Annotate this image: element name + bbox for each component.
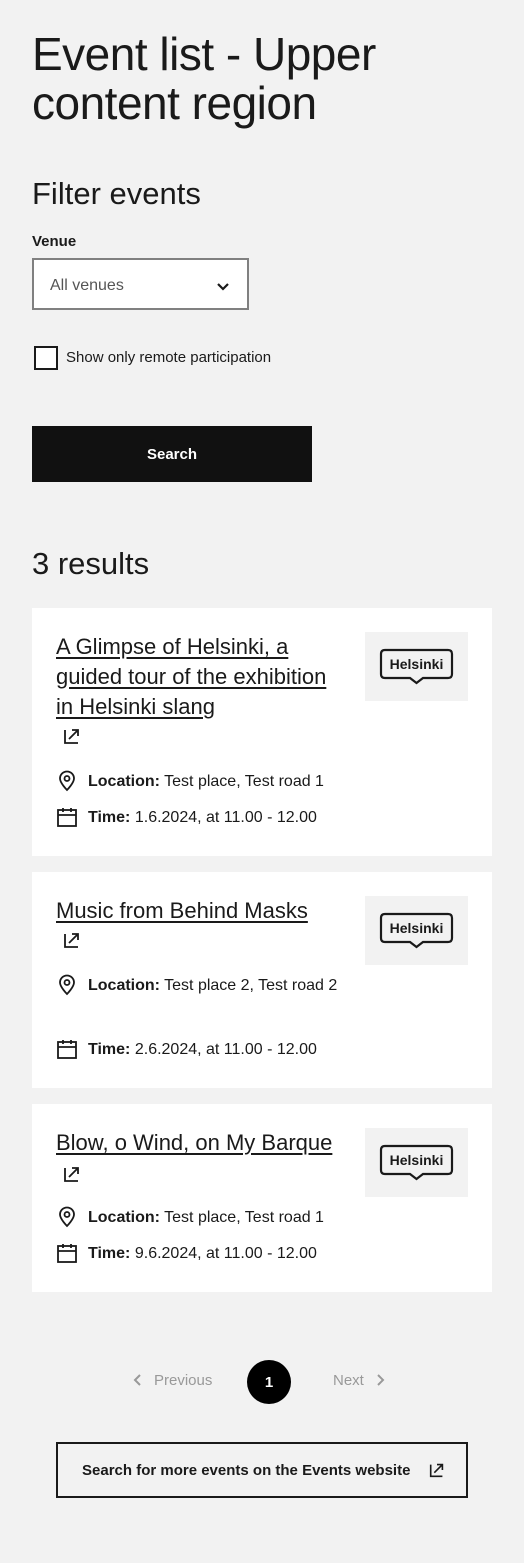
location-pin-icon: [59, 974, 75, 996]
event-card: Blow, o Wind, on My Barque Helsinki Loca…: [32, 1104, 492, 1292]
helsinki-logo: Helsinki: [365, 1128, 468, 1197]
time-value: 2.6.2024, at 11.00 - 12.00: [134, 1041, 317, 1058]
event-title: A Glimpse of Helsinki, a guided tour of …: [56, 632, 346, 746]
location-value: Test place, Test road 1: [164, 773, 324, 790]
external-link-icon: [429, 1463, 444, 1478]
event-location: Location: Test place, Test road 1: [56, 768, 346, 796]
location-label: Location:: [88, 1209, 160, 1226]
helsinki-logo-text: Helsinki: [390, 656, 444, 672]
pagination: Previous 1 Next: [0, 1360, 524, 1404]
time-label: Time:: [88, 809, 131, 826]
pagination-next[interactable]: Next: [333, 1372, 386, 1389]
page-title: Event list - Upper content region: [32, 28, 376, 129]
filter-heading: Filter events: [32, 176, 201, 211]
event-title: Music from Behind Masks: [56, 896, 346, 950]
location-pin-icon: [59, 1206, 75, 1228]
time-value: 1.6.2024, at 11.00 - 12.00: [134, 809, 317, 826]
time-value: 9.6.2024, at 11.00 - 12.00: [134, 1245, 317, 1262]
pagination-next-label: Next: [333, 1372, 364, 1389]
external-link-icon: [64, 1167, 79, 1183]
calendar-icon: [57, 808, 77, 827]
event-title-link[interactable]: Music from Behind Masks: [56, 898, 308, 923]
external-link-icon: [64, 729, 79, 744]
helsinki-logo-text: Helsinki: [390, 1152, 444, 1168]
search-button[interactable]: Search: [32, 426, 312, 482]
event-title: Blow, o Wind, on My Barque: [56, 1128, 346, 1188]
event-location: Location: Test place, Test road 1: [56, 1204, 346, 1232]
external-link-icon: [64, 933, 79, 948]
time-label: Time:: [88, 1245, 131, 1262]
chevron-left-icon: [133, 1374, 141, 1386]
location-value: Test place 2, Test road 2: [164, 977, 338, 994]
results-count: 3 results: [32, 546, 150, 581]
location-value: Test place, Test road 1: [164, 1209, 324, 1226]
helsinki-logo-text: Helsinki: [390, 920, 444, 936]
event-title-link[interactable]: A Glimpse of Helsinki, a guided tour of …: [56, 634, 326, 719]
event-time: Time: 2.6.2024, at 11.00 - 12.00: [56, 1036, 346, 1064]
helsinki-logo: Helsinki: [365, 632, 468, 701]
pagination-previous-label: Previous: [154, 1372, 213, 1389]
location-pin-icon: [59, 770, 75, 792]
time-label: Time:: [88, 1041, 131, 1058]
event-card: Music from Behind Masks Helsinki Locatio…: [32, 872, 492, 1088]
pagination-page-current[interactable]: 1: [247, 1360, 291, 1404]
location-label: Location:: [88, 773, 160, 790]
calendar-icon: [57, 1040, 77, 1059]
remote-participation-checkbox[interactable]: [34, 346, 58, 370]
more-events-button[interactable]: Search for more events on the Events web…: [56, 1442, 468, 1498]
venue-select-value: All venues: [50, 277, 124, 294]
venue-label: Venue: [32, 233, 77, 250]
chevron-right-icon: [377, 1374, 385, 1386]
event-time: Time: 9.6.2024, at 11.00 - 12.00: [56, 1240, 346, 1268]
pagination-previous[interactable]: Previous: [132, 1372, 212, 1389]
more-events-label: Search for more events on the Events web…: [82, 1462, 411, 1479]
chevron-down-icon: [217, 283, 229, 291]
helsinki-logo: Helsinki: [365, 896, 468, 965]
event-time: Time: 1.6.2024, at 11.00 - 12.00: [56, 804, 346, 832]
location-label: Location:: [88, 977, 160, 994]
remote-participation-label: Show only remote participation: [66, 349, 272, 366]
event-card: A Glimpse of Helsinki, a guided tour of …: [32, 608, 492, 856]
venue-select[interactable]: All venues: [32, 258, 249, 310]
event-title-link[interactable]: Blow, o Wind, on My Barque: [56, 1130, 332, 1155]
calendar-icon: [57, 1244, 77, 1263]
event-location: Location: Test place 2, Test road 2: [56, 972, 346, 1000]
